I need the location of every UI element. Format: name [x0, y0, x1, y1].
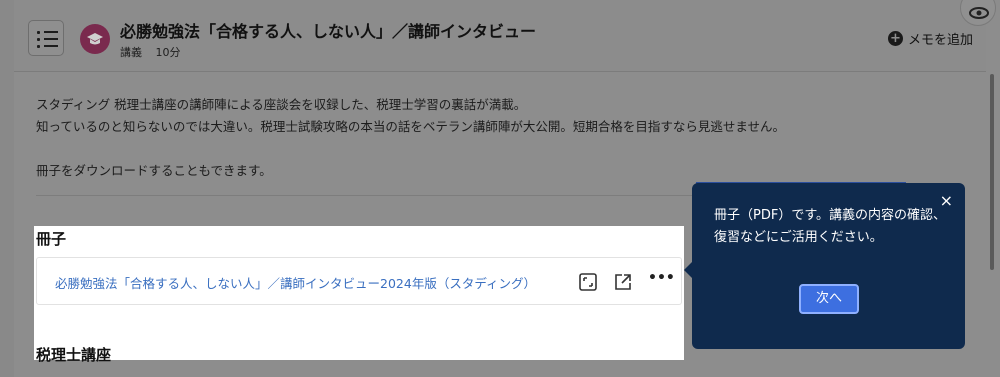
booklet-file-row: 必勝勉強法「合格する人、しない人」／講師インタビュー2024年版（スタディング）…	[36, 257, 682, 305]
next-button[interactable]: 次へ	[799, 284, 859, 314]
course-heading: 税理士講座	[36, 346, 112, 364]
scrollbar[interactable]	[990, 74, 994, 270]
list-dot	[37, 45, 40, 48]
expand-icon[interactable]	[578, 272, 598, 292]
booklet-heading: 冊子	[36, 230, 67, 248]
lecture-duration: 10分	[155, 46, 181, 59]
booklet-file-link[interactable]: 必勝勉強法「合格する人、しない人」／講師インタビュー2024年版（スタディング）	[55, 273, 536, 292]
lecture-type: 講義	[120, 46, 142, 59]
list-dot	[37, 38, 40, 41]
list-line	[44, 45, 58, 47]
list-menu-button[interactable]	[28, 20, 64, 56]
plus-icon: +	[888, 31, 903, 46]
tooltip-arrow	[684, 261, 693, 279]
lecture-header: 必勝勉強法「合格する人、しない人」／講師インタビュー 講義 10分 + メモを追…	[14, 0, 986, 72]
description-line: 知っているのと知らないのでは大違い。税理士試験攻略の本当の話をベテラン講師陣が大…	[36, 119, 786, 134]
graduation-cap-icon	[80, 24, 110, 54]
add-memo-button[interactable]: + メモを追加	[888, 29, 973, 48]
description-line: 冊子をダウンロードすることもできます。	[36, 163, 272, 178]
accessibility-icon[interactable]	[960, 0, 996, 26]
page-title: 必勝勉強法「合格する人、しない人」／講師インタビュー	[120, 22, 537, 41]
guide-tooltip: × 冊子（PDF）です。講義の内容の確認、復習などにご活用ください。 次へ	[684, 183, 965, 349]
add-memo-label: メモを追加	[908, 33, 974, 48]
tooltip-message: 冊子（PDF）です。講義の内容の確認、復習などにご活用ください。	[714, 208, 947, 245]
list-line	[44, 38, 58, 40]
description-line: スタディング 税理士講座の講師陣による座談会を収録した、税理士学習の裏話が満載。	[36, 97, 527, 112]
lecture-meta: 講義 10分	[120, 44, 181, 60]
lecture-description: スタディング 税理士講座の講師陣による座談会を収録した、税理士学習の裏話が満載。…	[36, 94, 936, 182]
list-line	[44, 31, 58, 33]
external-link-icon[interactable]	[613, 272, 633, 292]
more-options-icon[interactable]: •••	[648, 270, 675, 290]
list-icon	[37, 31, 40, 34]
booklet-section: 冊子 必勝勉強法「合格する人、しない人」／講師インタビュー2024年版（スタディ…	[34, 226, 684, 364]
